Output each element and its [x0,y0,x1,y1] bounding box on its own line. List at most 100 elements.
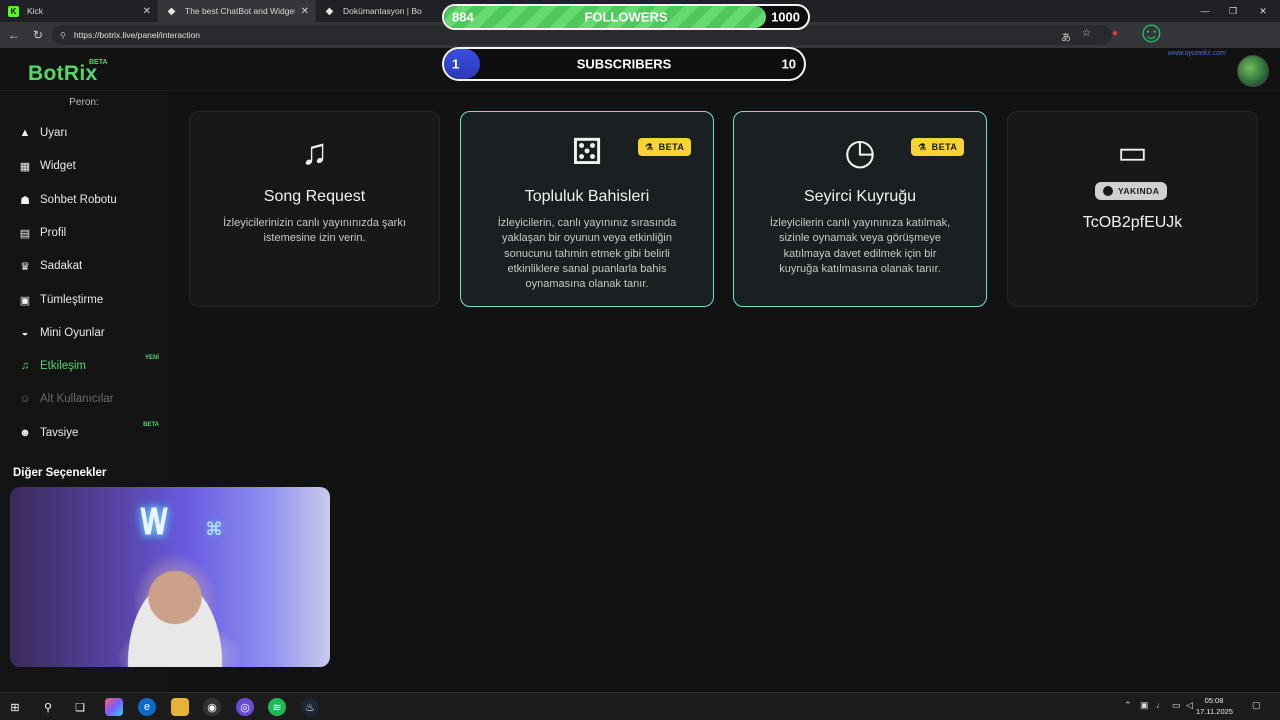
kick-icon: K [8,5,19,17]
sidebar-item-label: Profil [40,227,67,239]
user-group-icon: ☻ [19,427,31,439]
volume-icon[interactable]: ◁ [1186,700,1193,711]
channel-name: Peron: [69,97,99,108]
close-icon[interactable]: ✕ [143,6,151,17]
neon-sign: \/\/ [140,501,168,542]
sidebar-item-label: Tavsiye [40,427,79,439]
extension-icon[interactable]: ● [1112,28,1118,39]
spotify-icon[interactable]: ≋ [268,698,286,716]
badge-label: BETA [658,142,685,152]
sidebar-item[interactable]: ▲ Uyarı [0,118,168,148]
bookmark-star-icon[interactable]: ☆ [1082,28,1091,39]
card-title: Topluluk Bahisleri [524,188,650,205]
edge-icon[interactable]: e [138,698,156,716]
taskbar: ⊞ ⚲ ❏ e ◉ ◎ ≋ ♨ [0,692,1280,720]
logo-beta-badge: BETA [89,59,108,66]
tray-app-icon[interactable]: ▣ [1140,700,1149,711]
badge-label: BETA [931,142,958,152]
followers-goal-bar: 884 FOLLOWERS 1000 [442,4,810,30]
card-description: İzleyicilerin, canlı yayınınız sırasında… [497,217,677,291]
sidebar-item[interactable]: ☗ Sohbet Robotu [0,185,168,215]
clock-date: 17.11.2025 [1196,707,1233,716]
sidebar-item-label: Sadakat [40,260,83,272]
translate-icon[interactable]: あ [1061,29,1071,44]
reload-icon[interactable]: ↻ [26,22,50,48]
id-card-icon: ▤ [19,227,31,240]
watermark-url: www.oyuneks.com [1168,50,1226,57]
music-icon: ♫ [20,360,30,372]
sidebar-item[interactable]: ◒ Mini Oyunlar [0,318,168,348]
integration-icon: ▣ [19,294,31,307]
coming-soon-badge: YAKINDA [1095,182,1168,200]
tray-chevron-icon[interactable]: ⌃ [1124,700,1132,711]
clock-time: 05:08 [1204,696,1224,705]
followers-goal: 1000 [771,9,800,25]
oyuneks-watermark: ☺ www.oyuneks.com [1136,16,1256,64]
card-viewer-queue[interactable]: ◷ ⚗ BETA Seyirci Kuyruğu İzleyicilerin c… [733,111,987,307]
flask-icon: ⚗ [645,141,654,152]
site-info-icon[interactable]: ⚲ [60,31,66,40]
card-community-bets[interactable]: ⚄ ⚗ BETA Topluluk Bahisleri İzleyicileri… [460,111,714,307]
badge-label: YAKINDA [1118,186,1160,196]
card-song-request[interactable]: ♫ Song Request İzleyicilerinizin canlı y… [189,111,440,307]
sidebar-item-label: Mini Oyunlar [40,327,105,339]
users-icon: ☺ [19,393,31,405]
url-text: https://botrix.live/panel/interaction [73,30,201,40]
microphone-icon[interactable]: ♩ [1156,700,1165,710]
streamer [115,559,235,667]
sidebar-item[interactable]: ♫ Etkileşim YENİ [0,351,168,381]
file-explorer-icon[interactable] [171,698,189,716]
diamond-icon: ◆ [167,5,176,17]
gamepad-neon-icon: ⌘ [205,519,223,539]
diamond-icon: ◆ [325,5,334,17]
search-icon[interactable]: ⚲ [39,698,57,716]
followers-label: FOLLOWERS [584,9,668,25]
sidebar-item-tag: YENİ [144,355,159,361]
task-view-icon[interactable]: ❏ [71,698,89,716]
subscribers-goal-bar: 1 SUBSCRIBERS 10 [442,47,806,81]
copilot-icon[interactable] [105,698,123,716]
webcam-overlay: \/\/ ⌘ [10,487,330,667]
sidebar-item-label: Uyarı [40,127,68,139]
warning-icon: ▲ [19,127,31,139]
ticket-icon: ▭ [1117,134,1148,170]
close-icon[interactable]: ✕ [301,6,309,17]
gamepad-icon: ◒ [21,327,29,339]
sidebar-item[interactable]: ♛ Sadakat [0,251,168,281]
system-clock[interactable]: 05:08 17.11.2025 [1196,695,1233,717]
card-coming-soon[interactable]: ▭ YAKINDA TcOB2pfEUJk [1007,111,1258,307]
music-icon: ♫ [301,131,328,172]
other-options-heading: Diğer Seçenekler [13,467,107,479]
back-icon[interactable]: ← [2,22,26,48]
windows-start-icon[interactable]: ⊞ [6,698,24,716]
sidebar-item-label: Etkileşim [40,360,87,372]
tab-kick[interactable]: K Kick ✕ [0,0,158,22]
flask-icon: ⚗ [918,141,927,152]
tab-botrix[interactable]: ◆ The best ChatBot and Widgets fo ✕ [158,0,316,22]
sidebar-item[interactable]: ☻ Tavsiye BETA [0,418,168,448]
obs-icon[interactable]: ◉ [203,698,221,716]
steam-icon[interactable]: ♨ [301,698,319,716]
app-icon[interactable]: ◎ [236,698,254,716]
sidebar-item[interactable]: ▤ Profil [0,218,168,248]
subscribers-label: SUBSCRIBERS [576,56,672,72]
card-description: İzleyicilerin canlı yayınınıza katılmak,… [769,217,951,275]
mascot-icon: ☺ [1136,16,1167,49]
beta-badge: ⚗ BETA [638,138,692,156]
robot-icon: ☗ [20,194,30,207]
tab-title: Kick [27,6,44,16]
grid-icon: ▦ [19,160,31,173]
sidebar-item-label: Alt Kullanıcılar [40,393,114,405]
sidebar-item-tag: BETA [143,422,159,428]
network-icon[interactable]: ▭ [1172,700,1181,711]
card-title: Song Request [263,188,366,205]
trophy-icon: ♛ [20,260,30,273]
card-title: TcOB2pfEUJk [1082,214,1183,231]
sidebar-item[interactable]: ▦ Widget [0,151,168,181]
sidebar-item[interactable]: ▣ Tümleştirme [0,285,168,315]
sidebar-item[interactable]: ☺ Alt Kullanıcılar [0,384,168,414]
card-title: Seyirci Kuyruğu [803,188,917,205]
botrix-logo[interactable]: BotRix [28,62,97,86]
sidebar-item-label: Sohbet Robotu [40,194,117,206]
notifications-icon[interactable]: ▢ [1252,700,1261,711]
